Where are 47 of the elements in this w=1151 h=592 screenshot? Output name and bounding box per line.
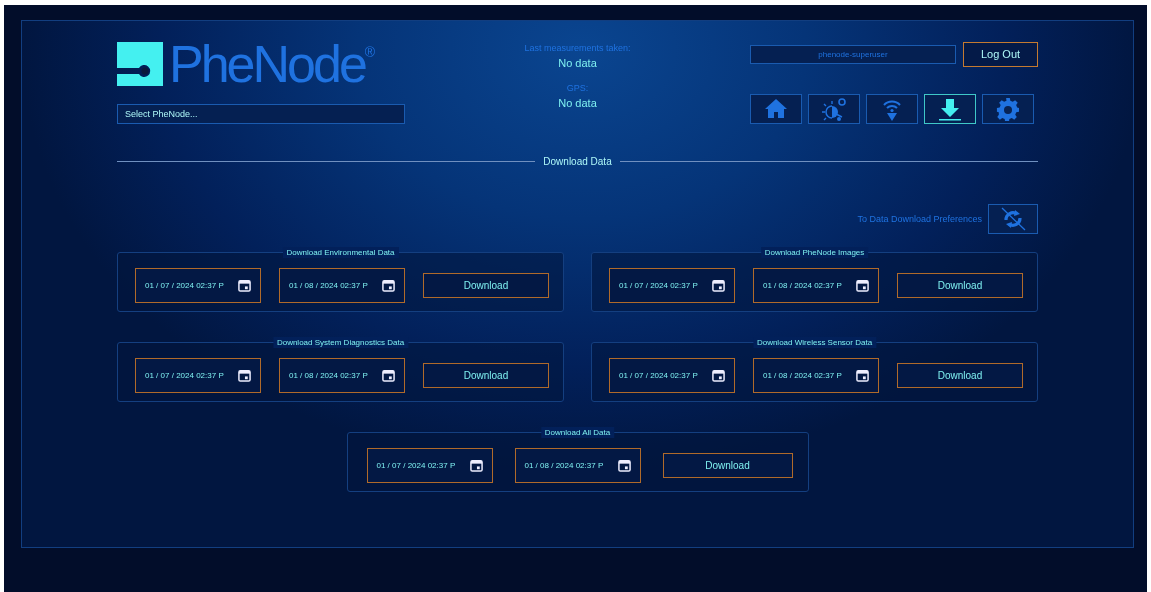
date-field[interactable]: 01 / 07 / 2024 02:37 P xyxy=(135,268,261,303)
panel-title: Download Wireless Sensor Data xyxy=(752,337,877,348)
calendar-icon xyxy=(856,279,869,292)
date-field[interactable]: 01 / 07 / 2024 02:37 P xyxy=(135,358,261,393)
calendar-icon xyxy=(856,369,869,382)
calendar-icon xyxy=(617,459,631,472)
panel-title: Download All Data xyxy=(540,427,615,438)
calendar-icon xyxy=(382,369,395,382)
calendar-icon xyxy=(712,369,725,382)
download-button[interactable]: Download xyxy=(423,363,549,388)
download-button[interactable]: Download xyxy=(423,273,549,298)
status-label: Last measurements taken: xyxy=(524,43,631,53)
panel-title: Download PheNode Images xyxy=(760,247,869,258)
logo-text: PheNode$^{®}$ xyxy=(169,42,376,86)
logout-button[interactable]: Log Out xyxy=(963,41,1038,67)
panel-title: Download System Diagnostics Data xyxy=(272,337,409,348)
download-button[interactable]: Download xyxy=(897,273,1023,298)
gear-icon xyxy=(996,97,1020,121)
date-field[interactable]: 01 / 07 / 2024 02:37 P xyxy=(609,268,735,303)
date-field[interactable]: 01 / 07 / 2024 02:37 P xyxy=(366,448,493,483)
sync-icon xyxy=(1000,207,1026,231)
status-value: No data xyxy=(558,57,597,69)
status-value: No data xyxy=(558,97,597,109)
download-icon xyxy=(938,97,962,121)
panel-title: Download Environmental Data xyxy=(282,247,399,258)
sun-gear-icon xyxy=(822,97,846,121)
select-field[interactable]: Select PheNode... xyxy=(117,104,405,124)
date-field[interactable]: 01 / 08 / 2024 02:37 P xyxy=(753,268,879,303)
calendar-icon xyxy=(238,369,251,382)
download-button[interactable]: Download xyxy=(662,453,793,478)
logo-icon xyxy=(117,42,163,86)
username-field: phenode-superuser xyxy=(750,44,956,64)
home-icon xyxy=(764,97,788,121)
date-field[interactable]: 01 / 08 / 2024 02:37 P xyxy=(514,448,641,483)
download-button[interactable]: Download xyxy=(897,363,1023,388)
date-field[interactable]: 01 / 07 / 2024 02:37 P xyxy=(609,358,735,393)
calendar-icon xyxy=(382,279,395,292)
status-label: GPS: xyxy=(566,83,589,93)
date-field[interactable]: 01 / 08 / 2024 02:37 P xyxy=(279,358,405,393)
calendar-icon xyxy=(712,279,725,292)
nav-button[interactable] xyxy=(924,94,976,124)
calendar-icon xyxy=(469,459,483,472)
date-field[interactable]: 01 / 08 / 2024 02:37 P xyxy=(279,268,405,303)
section-title: Download Data xyxy=(543,156,612,167)
date-field[interactable]: 01 / 08 / 2024 02:37 P xyxy=(753,358,879,393)
preferences-button[interactable] xyxy=(988,204,1038,234)
calendar-icon xyxy=(238,279,251,292)
